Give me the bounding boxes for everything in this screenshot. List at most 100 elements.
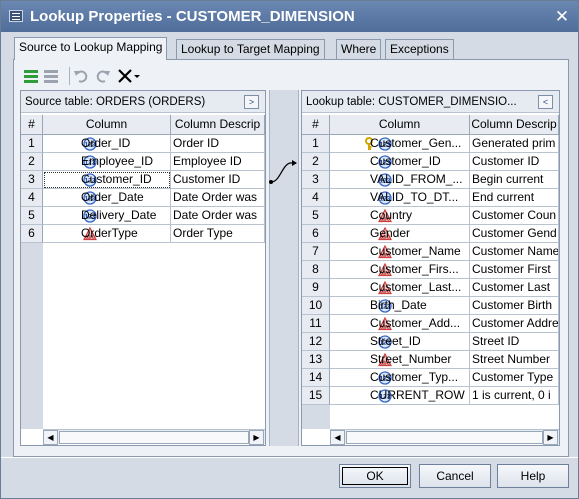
lookup-horizontal-scrollbar[interactable]: ◀ ▶ — [330, 429, 559, 445]
table-row[interactable]: 10 123 Birth_Date Customer Birth — [302, 297, 559, 315]
expand-right-button[interactable]: > — [244, 95, 259, 109]
cancel-button[interactable]: Cancel — [419, 464, 491, 488]
table-row[interactable]: 4 123 Order_Date Date Order was — [21, 189, 265, 207]
column-description-cell[interactable]: Order ID — [171, 135, 265, 153]
column-header-column[interactable]: Column — [43, 115, 171, 135]
scroll-thumb[interactable] — [59, 431, 249, 444]
column-description-cell[interactable]: Customer Gend — [470, 225, 559, 243]
tab-where[interactable]: Where — [336, 39, 382, 59]
column-description-cell[interactable]: Employee ID — [171, 153, 265, 171]
column-name-cell[interactable]: abc OrderType — [43, 225, 171, 243]
lookup-table-panel: Lookup table: CUSTOMER_DIMENSIO... < # C… — [301, 90, 560, 446]
expand-left-button[interactable]: < — [538, 95, 553, 109]
column-name-cell[interactable]: 123 CURRENT_ROW — [330, 387, 470, 405]
source-horizontal-scrollbar[interactable]: ◀ ▶ — [43, 429, 265, 445]
column-name-cell[interactable]: 123 Street_ID — [330, 333, 470, 351]
source-panel-header: Source table: ORDERS (ORDERS) > — [21, 91, 265, 113]
column-description-cell[interactable]: Order Type — [171, 225, 265, 243]
column-name-cell[interactable]: 123 Customer_Gen... — [330, 135, 470, 153]
column-name-cell[interactable]: 123 Employee_ID — [43, 153, 171, 171]
table-row[interactable]: 2 123 Customer_ID Customer ID — [302, 153, 559, 171]
table-row[interactable]: 6 abc Gender Customer Gend — [302, 225, 559, 243]
row-number: 7 — [302, 243, 330, 261]
row-number: 5 — [21, 207, 43, 225]
table-row[interactable]: 1 123 Order_ID Order ID — [21, 135, 265, 153]
column-description-cell[interactable]: Customer Coun — [470, 207, 559, 225]
table-row[interactable]: 3 123 VALID_FROM_... Begin current — [302, 171, 559, 189]
column-name-cell[interactable]: 123 VALID_TO_DT... — [330, 189, 470, 207]
tab-exceptions[interactable]: Exceptions — [385, 39, 454, 59]
undo-icon[interactable] — [73, 68, 89, 84]
table-row[interactable]: 12 123 Street_ID Street ID — [302, 333, 559, 351]
table-row[interactable]: 5 123 Delivery_Date Date Order was — [21, 207, 265, 225]
column-name-cell[interactable]: 123 Order_ID — [43, 135, 171, 153]
tab-source-to-lookup-mapping[interactable]: Source to Lookup Mapping — [14, 37, 168, 60]
column-description-cell[interactable]: 1 is current, 0 i — [470, 387, 559, 405]
column-name-cell[interactable]: abc Country — [330, 207, 470, 225]
table-row[interactable]: 3 123 Customer_ID Customer ID — [21, 171, 265, 189]
scroll-right-arrow[interactable]: ▶ — [249, 430, 264, 445]
table-row[interactable]: 4 123 VALID_TO_DT... End current — [302, 189, 559, 207]
tab-lookup-to-target-mapping[interactable]: Lookup to Target Mapping — [176, 39, 325, 59]
column-name-cell[interactable]: abc Customer_Name — [330, 243, 470, 261]
column-description-cell[interactable]: Customer ID — [470, 153, 559, 171]
column-description-cell[interactable]: Street ID — [470, 333, 559, 351]
column-name-cell[interactable]: abc Customer_Add... — [330, 315, 470, 333]
column-description-cell[interactable]: Customer Birth — [470, 297, 559, 315]
column-description-cell[interactable]: Begin current — [470, 171, 559, 189]
table-row[interactable]: 8 abc Customer_Firs... Customer First — [302, 261, 559, 279]
column-name-cell[interactable]: abc Customer_Last... — [330, 279, 470, 297]
column-description-cell[interactable]: Customer ID — [171, 171, 265, 189]
column-description-cell[interactable]: Customer Type — [470, 369, 559, 387]
column-name-cell[interactable]: 123 Delivery_Date — [43, 207, 171, 225]
column-header-number[interactable]: # — [21, 115, 43, 135]
column-description-cell[interactable]: Street Number — [470, 351, 559, 369]
close-button[interactable]: ✕ — [553, 8, 571, 26]
column-description-cell[interactable]: Date Order was — [171, 189, 265, 207]
redo-icon[interactable] — [95, 68, 111, 84]
scroll-left-arrow[interactable]: ◀ — [43, 430, 58, 445]
table-row[interactable]: 15 123 CURRENT_ROW 1 is current, 0 i — [302, 387, 559, 405]
table-row[interactable]: 9 abc Customer_Last... Customer Last — [302, 279, 559, 297]
column-header-description[interactable]: Column Descrip — [470, 115, 559, 135]
column-description-cell[interactable]: Customer Addre — [470, 315, 559, 333]
column-name-cell[interactable]: 123 Customer_ID — [330, 153, 470, 171]
column-description-cell[interactable]: Customer Name — [470, 243, 559, 261]
table-row[interactable]: 13 abc Street_Number Street Number — [302, 351, 559, 369]
unmap-all-icon[interactable] — [43, 68, 59, 84]
table-row[interactable]: 2 123 Employee_ID Employee ID — [21, 153, 265, 171]
scroll-right-arrow[interactable]: ▶ — [543, 430, 558, 445]
help-button[interactable]: Help — [497, 464, 569, 488]
column-description-cell[interactable]: Customer Last — [470, 279, 559, 297]
column-description-cell[interactable]: Date Order was — [171, 207, 265, 225]
dropdown-arrow-icon[interactable] — [133, 68, 141, 84]
column-header-number[interactable]: # — [302, 115, 330, 135]
map-all-icon[interactable] — [23, 68, 39, 84]
delete-icon[interactable] — [117, 68, 133, 84]
table-row[interactable]: 11 abc Customer_Add... Customer Addre — [302, 315, 559, 333]
column-name-cell[interactable]: 123 Order_Date — [43, 189, 171, 207]
column-name-cell[interactable]: 123 Customer_Typ... — [330, 369, 470, 387]
scroll-thumb[interactable] — [346, 431, 543, 444]
table-row[interactable]: 5 abc Country Customer Coun — [302, 207, 559, 225]
column-header-column[interactable]: Column — [330, 115, 470, 135]
row-number: 12 — [302, 333, 330, 351]
column-description-cell[interactable]: End current — [470, 189, 559, 207]
column-name-cell[interactable]: abc Customer_Firs... — [330, 261, 470, 279]
title-bar[interactable]: Lookup Properties - CUSTOMER_DIMENSION ✕ — [1, 1, 578, 32]
column-header-description[interactable]: Column Descrip — [171, 115, 265, 135]
table-row[interactable]: 7 abc Customer_Name Customer Name — [302, 243, 559, 261]
column-name-cell[interactable]: abc Gender — [330, 225, 470, 243]
row-number-gutter — [21, 243, 43, 429]
column-name-cell[interactable]: 123 Customer_ID — [43, 171, 171, 189]
scroll-left-arrow[interactable]: ◀ — [330, 430, 345, 445]
table-row[interactable]: 14 123 Customer_Typ... Customer Type — [302, 369, 559, 387]
column-description-cell[interactable]: Customer First — [470, 261, 559, 279]
column-name-cell[interactable]: abc Street_Number — [330, 351, 470, 369]
table-row[interactable]: 6 abc OrderType Order Type — [21, 225, 265, 243]
ok-button[interactable]: OK — [339, 464, 411, 488]
column-name-cell[interactable]: 123 Birth_Date — [330, 297, 470, 315]
column-name-cell[interactable]: 123 VALID_FROM_... — [330, 171, 470, 189]
table-row[interactable]: 1 123 Customer_Gen... Generated prim — [302, 135, 559, 153]
column-description-cell[interactable]: Generated prim — [470, 135, 559, 153]
